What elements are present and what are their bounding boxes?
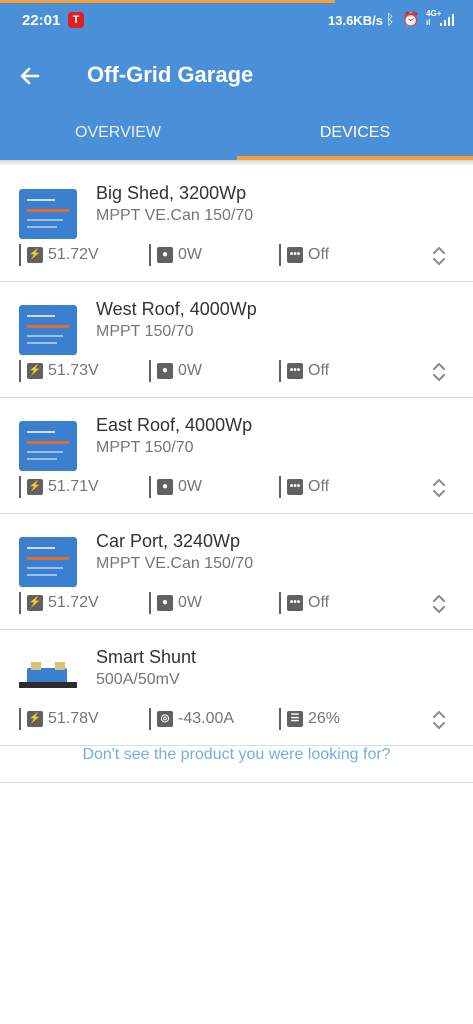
device-name: Smart Shunt — [96, 647, 197, 667]
battery-icon: ⚡ — [27, 711, 43, 727]
solar-icon: ● — [157, 595, 173, 611]
battery-icon: ⚡ — [27, 247, 43, 263]
device-row[interactable]: Smart Shunt 500A/50mV ⚡ 51.78V ◎ -43.00A ☰… — [0, 630, 473, 746]
expand-chevron-icon[interactable] — [430, 244, 448, 268]
expand-chevron-icon[interactable] — [430, 476, 448, 500]
mppt-image — [19, 421, 77, 471]
page-title: Off-Grid Garage — [87, 62, 254, 87]
mppt-image — [19, 189, 77, 239]
network-speed: 13.6KB/s — [328, 13, 383, 28]
tab-overview[interactable]: OVERVIEW — [0, 110, 236, 160]
device-model: 500A/50mV — [96, 671, 180, 688]
device-name: Car Port, 3240Wp — [96, 531, 241, 551]
state-icon: ••• — [287, 479, 303, 495]
device-model: MPPT 150/70 — [96, 439, 194, 456]
device-model: MPPT VE.Can 150/70 — [96, 207, 254, 224]
battery-icon: ⚡ — [27, 595, 43, 611]
device-name: Big Shed, 3200Wp — [96, 183, 247, 203]
status-time: 22:01 — [22, 12, 61, 29]
tesla-app-icon: T — [68, 12, 84, 28]
expand-chevron-icon[interactable] — [430, 592, 448, 616]
missing-product-link[interactable]: Don't see the product you were looking f… — [0, 738, 473, 783]
device-name: East Roof, 4000Wp — [96, 415, 253, 435]
device-row[interactable]: Car Port, 3240Wp MPPT VE.Can 150/70 ⚡ 51.… — [0, 514, 473, 630]
expand-chevron-icon[interactable] — [430, 708, 448, 732]
app-header: Off-Grid Garage OVERVIEW DEVICES — [0, 40, 473, 160]
battery-icon: ⚡ — [27, 363, 43, 379]
tab-devices[interactable]: DEVICES — [237, 110, 473, 160]
smart-shunt-image — [19, 662, 77, 692]
loading-progress-bar — [0, 0, 335, 3]
expand-chevron-icon[interactable] — [430, 360, 448, 384]
mppt-image — [19, 305, 77, 355]
alarm-icon: ⏰ — [402, 11, 420, 27]
current-icon: ◎ — [157, 711, 173, 727]
state-icon: ••• — [287, 363, 303, 379]
solar-icon: ● — [157, 479, 173, 495]
soc-icon: ☰ — [287, 711, 303, 727]
signal-icon — [440, 14, 454, 26]
status-bar: 22:01 T 13.6KB/s ᛒ ⏰ 4G+ ıl — [0, 0, 473, 40]
back-arrow-icon[interactable] — [14, 60, 46, 92]
device-row[interactable]: Big Shed, 3200Wp MPPT VE.Can 150/70 ⚡ 51.… — [0, 166, 473, 282]
solar-icon: ● — [157, 247, 173, 263]
mppt-image — [19, 537, 77, 587]
device-row[interactable]: East Roof, 4000Wp MPPT 150/70 ⚡ 51.71V ● 0… — [0, 398, 473, 514]
device-model: MPPT 150/70 — [96, 323, 194, 340]
solar-icon: ● — [157, 363, 173, 379]
device-name: West Roof, 4000Wp — [96, 299, 257, 319]
device-row[interactable]: West Roof, 4000Wp MPPT 150/70 ⚡ 51.73V ● 0… — [0, 282, 473, 398]
battery-icon: ⚡ — [27, 479, 43, 495]
bluetooth-icon: ᛒ — [386, 11, 395, 27]
state-icon: ••• — [287, 595, 303, 611]
device-model: MPPT VE.Can 150/70 — [96, 555, 254, 572]
state-icon: ••• — [287, 247, 303, 263]
